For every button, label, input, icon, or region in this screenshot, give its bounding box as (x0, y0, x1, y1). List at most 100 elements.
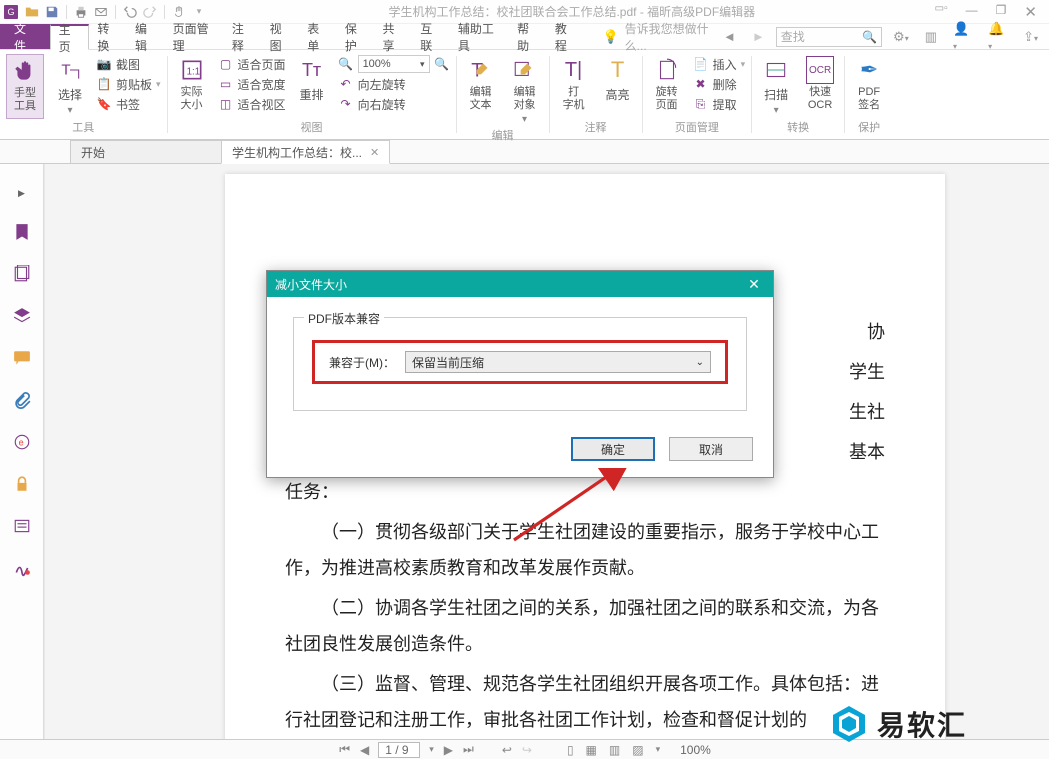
select-button[interactable]: T 选择 ▾ (52, 54, 88, 119)
tab-page-manage[interactable]: 页面管理 (165, 24, 224, 49)
close-dialog-icon[interactable]: ✕ (743, 274, 765, 294)
print-icon[interactable] (72, 3, 90, 21)
comments-panel-icon[interactable] (13, 349, 31, 367)
single-page-icon[interactable]: ▯ (565, 743, 576, 757)
fit-view-button[interactable]: ◫适合视区 (218, 94, 286, 114)
prev-page-icon[interactable]: ◀ (359, 743, 370, 757)
tell-me-search[interactable]: 💡 告诉我您想做什么... (602, 24, 718, 49)
fit-page-button[interactable]: ▢适合页面 (218, 54, 286, 74)
magnifier-icon[interactable]: 🔍 (434, 56, 450, 72)
doc-tab-start[interactable]: 开始 (70, 140, 222, 164)
email-icon[interactable] (92, 3, 110, 21)
rotate-left-icon: ↶ (338, 76, 354, 92)
bell-icon[interactable]: 🔔▾ (983, 21, 1012, 52)
reflow-button[interactable]: Tт 重排 (294, 54, 330, 119)
open-icon[interactable] (23, 3, 41, 21)
close-tab-icon[interactable]: ✕ (370, 146, 379, 159)
cancel-button[interactable]: 取消 (669, 437, 753, 461)
delete-button[interactable]: ✖删除 (693, 74, 746, 94)
actual-size-button[interactable]: 1:1 实际大小 (174, 54, 210, 119)
compat-dropdown[interactable]: 保留当前压缩 ⌄ (405, 351, 711, 373)
tab-connect[interactable]: 互联 (412, 24, 450, 49)
app-name: 福昕高级PDF编辑器 (647, 5, 755, 19)
close-window-icon[interactable]: ✕ (1024, 3, 1037, 21)
dialog-titlebar[interactable]: 减小文件大小 ✕ (267, 271, 773, 297)
nav-fwd-icon[interactable]: ► (747, 29, 770, 44)
tab-share[interactable]: 共享 (375, 24, 413, 49)
clipboard-icon: 📋 (96, 76, 112, 92)
facing-continuous-icon[interactable]: ▨ (630, 743, 645, 757)
zoom-combo[interactable]: 100%▾ (358, 55, 430, 73)
bookmark-panel-icon[interactable] (13, 223, 31, 241)
highlight-button[interactable]: T 高亮 (600, 54, 636, 119)
hand-small-icon[interactable] (170, 3, 188, 21)
attachments-panel-icon[interactable] (13, 391, 31, 409)
tab-comment[interactable]: 注释 (224, 24, 262, 49)
security-panel-icon[interactable] (13, 475, 31, 493)
group-label-view: 视图 (301, 119, 323, 137)
save-icon[interactable] (43, 3, 61, 21)
pdf-sign-button[interactable]: ✒ PDF签名 (851, 54, 887, 119)
share-panel-icon[interactable]: e (13, 433, 31, 451)
facing-icon[interactable]: ▥ (607, 743, 622, 757)
tab-protect[interactable]: 保护 (337, 24, 375, 49)
fit-width-button[interactable]: ▭适合宽度 (218, 74, 286, 94)
search-box[interactable]: 查找 🔍 (776, 27, 882, 47)
nav-back-icon[interactable]: ↩ (501, 743, 513, 757)
nav-forward-icon[interactable]: ↪ (521, 743, 533, 757)
typewriter-button[interactable]: T| 打字机 (556, 54, 592, 119)
extract-button[interactable]: ⎘提取 (693, 94, 746, 114)
qat-dropdown-icon[interactable]: ▾ (190, 3, 208, 21)
page-dropdown-icon[interactable]: ▾ (428, 744, 435, 755)
quick-ocr-button[interactable]: OCR 快速OCR (802, 54, 838, 119)
share-icon[interactable]: ⇪▾ (1018, 29, 1043, 45)
layout-dropdown-icon[interactable]: ▾ (654, 744, 663, 755)
last-page-icon[interactable]: ⏭ (462, 742, 475, 757)
typewriter-icon: T| (560, 56, 588, 84)
tab-edit[interactable]: 编辑 (127, 24, 165, 49)
edit-object-button[interactable]: 编辑对象 ▾ (507, 54, 543, 127)
tab-convert[interactable]: 转换 (89, 24, 127, 49)
tab-accessibility[interactable]: 辅助工具 (450, 24, 509, 49)
edit-text-button[interactable]: T 编辑文本 (463, 54, 499, 127)
sign-icon: ✒ (855, 56, 883, 84)
bookmark-button[interactable]: 🔖书签 (96, 94, 161, 114)
ok-button[interactable]: 确定 (571, 437, 655, 461)
tab-help[interactable]: 帮助 (509, 24, 547, 49)
tab-home[interactable]: 主页 (50, 24, 90, 50)
tab-form[interactable]: 表单 (299, 24, 337, 49)
snip-button[interactable]: 📷截图 (96, 54, 161, 74)
signature-panel-icon[interactable] (13, 559, 31, 577)
hand-tool-button[interactable]: 手型工具 (6, 54, 44, 119)
rotate-right-button[interactable]: ↷向右旋转 (338, 94, 450, 114)
rotate-pages-button[interactable]: 旋转页面 (649, 54, 685, 119)
layers-panel-icon[interactable] (13, 307, 31, 325)
tab-tutorial[interactable]: 教程 (547, 24, 585, 49)
rotate-left-button[interactable]: ↶向左旋转 (338, 74, 450, 94)
page-number-input[interactable]: 1 / 9 (378, 742, 420, 758)
doc-tab-active[interactable]: 学生机构工作总结：校...✕ (221, 140, 390, 164)
continuous-icon[interactable]: ▦ (584, 743, 599, 757)
first-page-icon[interactable]: ⏮ (338, 742, 351, 757)
redo-icon[interactable] (141, 3, 159, 21)
gear-icon[interactable]: ⚙▾ (888, 29, 914, 45)
insert-button[interactable]: 📄插入▾ (693, 54, 746, 74)
maximize-icon[interactable]: ❐ (996, 3, 1007, 21)
zoom-display[interactable]: 100% (680, 743, 711, 757)
minimize-icon[interactable]: — (966, 3, 978, 21)
pages-panel-icon[interactable] (13, 265, 31, 283)
user-icon[interactable]: 👤▾ (948, 21, 977, 52)
tab-view[interactable]: 视图 (262, 24, 300, 49)
form-panel-icon[interactable] (13, 517, 31, 535)
nav-back-icon[interactable]: ◄ (718, 29, 741, 44)
gallery-icon[interactable]: ▥ (920, 29, 942, 45)
file-tab[interactable]: 文件 (0, 24, 50, 49)
zoom-out-button[interactable]: 🔍 100%▾ 🔍 (338, 54, 450, 74)
next-page-icon[interactable]: ▶ (443, 743, 454, 757)
ribbon-group-tools: 手型工具 T 选择 ▾ 📷截图 📋剪贴板▾ 🔖书签 工具 (0, 50, 167, 139)
clipboard-button[interactable]: 📋剪贴板▾ (96, 74, 161, 94)
tell-me-placeholder: 告诉我您想做什么... (625, 20, 718, 54)
scan-button[interactable]: 扫描 ▾ (758, 54, 794, 119)
undo-icon[interactable] (121, 3, 139, 21)
collapse-ribbon-icon[interactable]: ▭▫ (935, 3, 948, 21)
